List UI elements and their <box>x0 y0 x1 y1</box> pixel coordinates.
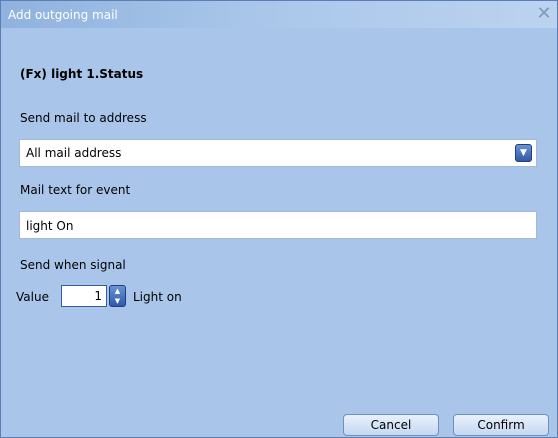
chevron-down-icon[interactable]: ▼ <box>110 296 125 306</box>
value-number: 1 <box>94 289 102 303</box>
cancel-button[interactable]: Cancel <box>343 414 439 436</box>
mail-text-label: Mail text for event <box>20 183 131 197</box>
mail-text-input[interactable]: light On <box>19 211 537 239</box>
title-bar[interactable]: Add outgoing mail ✕ <box>1 1 557 28</box>
event-heading: (Fx) light 1.Status <box>20 67 144 81</box>
window-title: Add outgoing mail <box>8 8 118 22</box>
confirm-button[interactable]: Confirm <box>453 414 549 436</box>
add-outgoing-mail-dialog: Add outgoing mail ✕ (Fx) light 1.Status … <box>0 0 558 438</box>
chevron-up-icon[interactable]: ▲ <box>110 286 125 296</box>
send-when-signal-label: Send when signal <box>20 258 126 272</box>
send-to-value: All mail address <box>26 146 122 160</box>
send-to-label: Send mail to address <box>20 111 147 125</box>
value-description: Light on <box>133 290 182 304</box>
value-label: Value <box>16 290 49 304</box>
chevron-down-icon[interactable]: ▼ <box>515 144 532 162</box>
close-icon[interactable]: ✕ <box>535 4 553 24</box>
mail-text-value: light On <box>26 219 74 233</box>
stepper-buttons[interactable]: ▲ ▼ <box>109 285 126 307</box>
value-stepper[interactable]: 1 <box>61 285 107 307</box>
send-to-select[interactable]: All mail address ▼ <box>19 139 537 167</box>
